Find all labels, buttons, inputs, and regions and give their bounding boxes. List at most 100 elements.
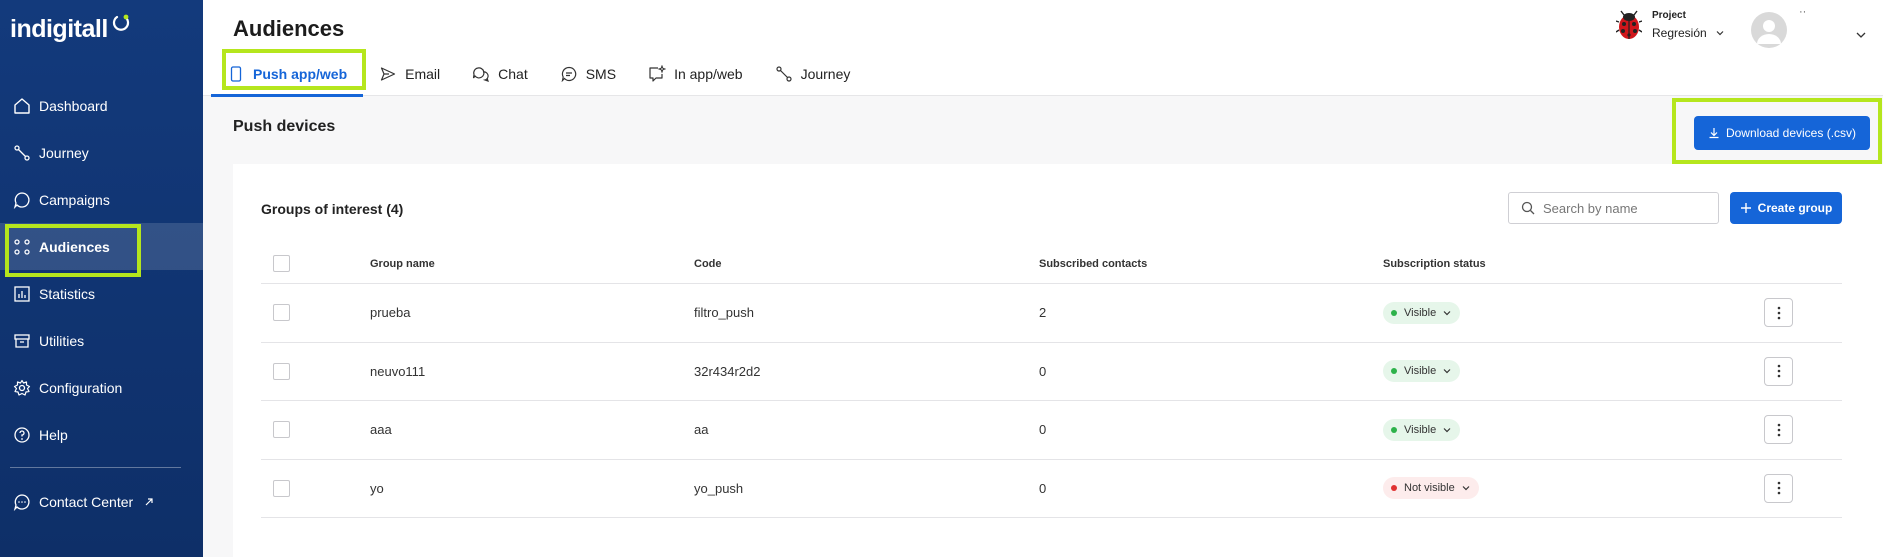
external-link-icon <box>139 492 159 512</box>
status-label: Visible <box>1404 306 1437 319</box>
logo-mark-icon <box>112 14 129 31</box>
group-name-cell: yo <box>370 480 384 496</box>
group-name-cell: prueba <box>370 305 411 321</box>
status-badge[interactable]: Visible <box>1383 360 1461 383</box>
groups-table: Group name Code Subscribed contacts Subs… <box>261 244 1842 518</box>
tab-sms[interactable]: SMS <box>544 52 632 96</box>
project-name-row: Regresión <box>1652 26 1725 40</box>
status-badge[interactable]: Visible <box>1383 301 1461 324</box>
user-menu-chevron-icon[interactable] <box>1855 30 1867 40</box>
subscribed-cell: 0 <box>1039 363 1047 379</box>
sidebar-item-statistics[interactable]: Statistics <box>0 270 203 317</box>
subscribed-cell: 2 <box>1039 305 1047 321</box>
tab-email[interactable]: Email <box>363 52 456 96</box>
row-checkbox[interactable] <box>273 421 290 439</box>
tab-label: Journey <box>800 66 851 82</box>
page-title: Audiences <box>233 16 345 41</box>
sidebar-item-audiences[interactable]: Audiences <box>0 223 203 277</box>
journey-icon <box>12 143 32 163</box>
send-icon <box>379 65 397 83</box>
sidebar-item-label: Utilities <box>39 332 85 349</box>
code-cell: aa <box>694 422 709 438</box>
sidebar-item-label: Contact Center <box>39 493 134 510</box>
search-input[interactable] <box>1543 200 1713 216</box>
status-badge[interactable]: Visible <box>1383 418 1461 441</box>
sidebar-divider <box>10 467 181 468</box>
column-header-status: Subscription status <box>1383 257 1486 270</box>
code-cell: 32r434r2d2 <box>694 363 761 379</box>
user-name: ·· <box>1799 6 1807 18</box>
sidebar-item-label: Statistics <box>39 285 96 302</box>
download-button-label: Download devices (.csv) <box>1725 126 1857 140</box>
chevron-down-icon <box>1442 425 1452 435</box>
row-actions-button[interactable] <box>1764 473 1793 503</box>
sidebar-item-label: Campaigns <box>39 191 110 208</box>
tab-label: In app/web <box>674 66 743 82</box>
row-checkbox[interactable] <box>273 304 290 322</box>
row-actions-button[interactable] <box>1764 298 1793 328</box>
tab-push-app-web[interactable]: Push app/web <box>211 49 367 97</box>
gear-icon <box>12 378 32 398</box>
avatar[interactable] <box>1751 12 1787 48</box>
column-header-subscribed: Subscribed contacts <box>1039 257 1148 270</box>
sidebar-item-campaigns[interactable]: Campaigns <box>0 176 203 223</box>
tab-chat[interactable]: Chat <box>456 52 544 96</box>
home-icon <box>12 96 32 116</box>
contact-chat-icon <box>12 492 32 512</box>
row-actions-button[interactable] <box>1764 356 1793 386</box>
logo[interactable]: indigitall <box>10 14 130 44</box>
sidebar-item-contact-center[interactable]: Contact Center <box>0 478 203 525</box>
download-devices-button[interactable]: Download devices (.csv) <box>1694 116 1870 150</box>
project-selector[interactable]: Project Regresión <box>1616 10 1725 40</box>
audiences-icon <box>12 237 32 257</box>
status-label: Visible <box>1404 365 1437 378</box>
group-name-cell: neuvo111 <box>370 363 426 379</box>
create-group-button[interactable]: Create group <box>1730 192 1842 224</box>
chevron-down-icon <box>1442 366 1452 376</box>
status-badge[interactable]: Not visible <box>1383 477 1479 500</box>
sidebar-item-label: Configuration <box>39 379 123 396</box>
sms-icon <box>560 65 578 83</box>
sidebar-nav: Dashboard Journey Campaigns Audiences St… <box>0 82 203 458</box>
sidebar-item-utilities[interactable]: Utilities <box>0 317 203 364</box>
table-row: aaa aa 0 Visible <box>261 401 1842 460</box>
tab-label: Push app/web <box>253 66 348 82</box>
search-icon <box>1521 201 1535 215</box>
group-name-cell: aaa <box>370 422 392 438</box>
download-icon <box>1709 128 1719 139</box>
chart-icon <box>12 284 32 304</box>
column-header-group-name: Group name <box>370 257 435 270</box>
ladybug-icon <box>1616 10 1642 39</box>
channel-tabs: Push app/web Email Chat SMS In app/web J… <box>211 49 867 97</box>
more-vertical-icon <box>1777 364 1780 378</box>
tab-journey[interactable]: Journey <box>759 52 867 96</box>
create-group-label: Create group <box>1757 201 1833 215</box>
project-label: Project <box>1652 10 1686 21</box>
row-actions-button[interactable] <box>1764 415 1793 445</box>
select-all-checkbox[interactable] <box>273 255 290 272</box>
status-dot <box>1391 485 1397 492</box>
sidebar-item-label: Journey <box>39 144 89 161</box>
column-header-code: Code <box>694 257 722 270</box>
sidebar-item-dashboard[interactable]: Dashboard <box>0 82 203 129</box>
groups-card: Groups of interest (4) Create group Grou… <box>233 164 1883 557</box>
status-dot <box>1391 368 1397 375</box>
row-checkbox[interactable] <box>273 479 290 497</box>
status-label: Visible <box>1404 423 1437 436</box>
more-vertical-icon <box>1777 306 1780 320</box>
sidebar-item-help[interactable]: Help <box>0 411 203 458</box>
inapp-icon <box>648 65 667 83</box>
status-dot <box>1391 309 1397 316</box>
row-checkbox[interactable] <box>273 362 290 380</box>
tab-in-app-web[interactable]: In app/web <box>632 52 759 96</box>
code-cell: filtro_push <box>694 305 754 321</box>
table-header: Group name Code Subscribed contacts Subs… <box>261 244 1842 284</box>
status-dot <box>1391 426 1397 433</box>
table-row: neuvo111 32r434r2d2 0 Visible <box>261 343 1842 401</box>
sidebar-item-journey[interactable]: Journey <box>0 129 203 176</box>
sidebar-item-label: Dashboard <box>39 97 108 114</box>
search-box <box>1508 192 1719 224</box>
journey-icon <box>775 65 793 83</box>
sidebar-item-configuration[interactable]: Configuration <box>0 364 203 411</box>
status-label: Not visible <box>1404 482 1455 495</box>
